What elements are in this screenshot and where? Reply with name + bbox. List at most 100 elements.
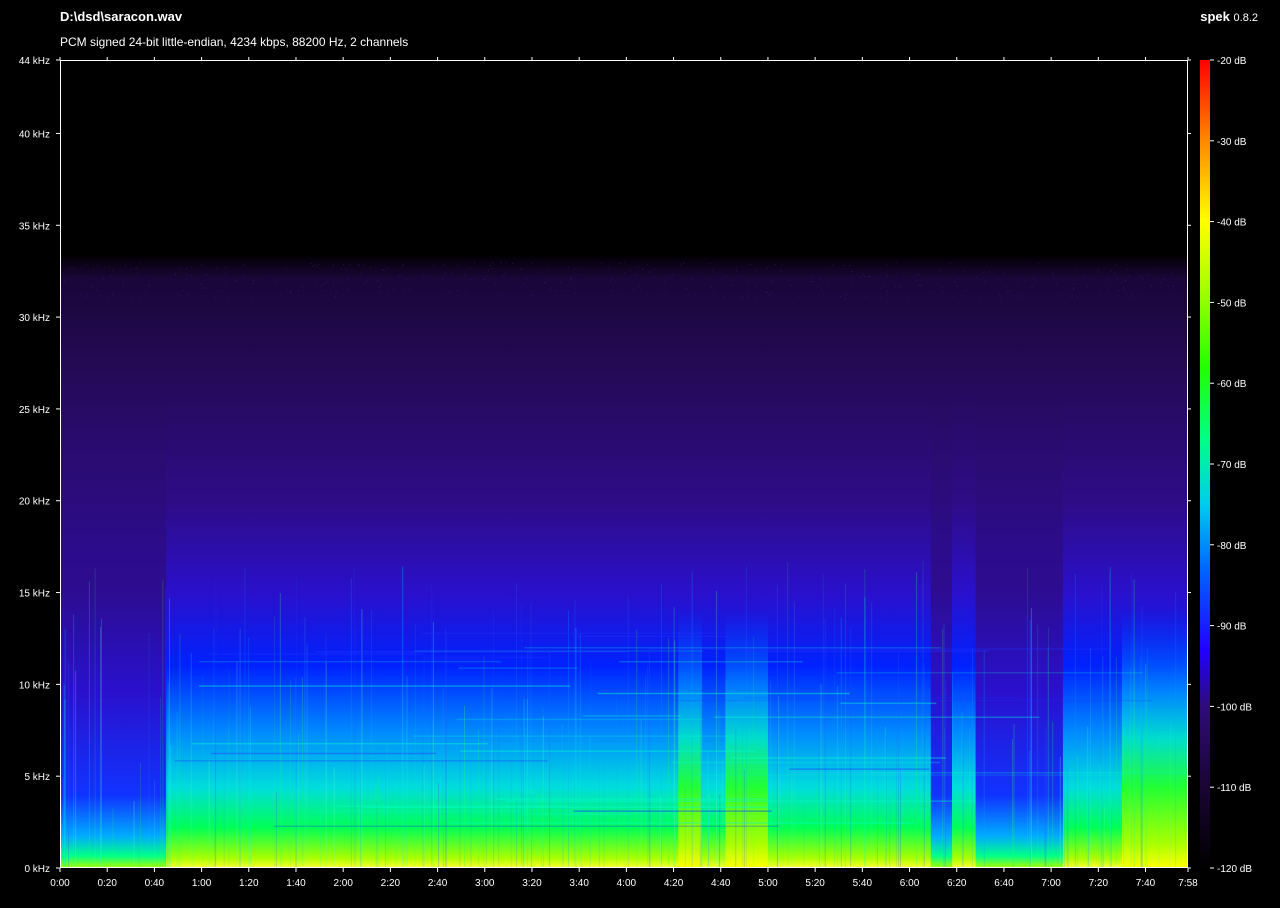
noise-speckle xyxy=(554,290,556,292)
noise-speckle xyxy=(99,295,101,297)
texture-streak xyxy=(787,562,789,868)
noise-speckle xyxy=(723,295,725,297)
texture-streak xyxy=(741,684,743,868)
texture-streak xyxy=(648,652,650,868)
noise-speckle xyxy=(242,295,244,297)
noise-speckle xyxy=(72,267,74,269)
harmonic-band xyxy=(210,752,437,755)
noise-speckle xyxy=(485,275,487,277)
noise-speckle xyxy=(907,298,909,300)
noise-speckle xyxy=(1050,296,1052,298)
noise-speckle xyxy=(227,297,229,299)
texture-streak xyxy=(952,673,953,868)
noise-speckle xyxy=(849,265,851,267)
x-tick-label: 0:20 xyxy=(97,878,117,889)
noise-speckle xyxy=(794,278,796,280)
texture-streak xyxy=(63,684,65,868)
noise-speckle xyxy=(1116,263,1118,265)
noise-speckle xyxy=(216,267,218,269)
noise-speckle xyxy=(1123,287,1125,289)
noise-speckle xyxy=(717,273,719,275)
y-tick-label: 5 kHz xyxy=(24,772,50,783)
x-tick-label: 7:58 xyxy=(1178,878,1198,889)
texture-streak xyxy=(824,618,826,868)
texture-streak xyxy=(516,800,518,868)
noise-speckle xyxy=(106,298,108,299)
x-tick-label: 2:00 xyxy=(333,878,353,889)
harmonic-band xyxy=(449,822,914,824)
noise-speckle xyxy=(136,267,138,269)
noise-speckle xyxy=(642,268,643,270)
texture-streak xyxy=(1145,663,1147,868)
noise-speckle xyxy=(393,288,395,290)
noise-speckle xyxy=(332,264,334,266)
x-tick-label: 4:00 xyxy=(617,878,637,889)
colorbar-tick-label: -60 dB xyxy=(1217,379,1247,390)
texture-streak xyxy=(1045,728,1047,868)
noise-speckle xyxy=(569,278,571,280)
texture-streak xyxy=(753,636,755,868)
noise-speckle xyxy=(330,289,332,291)
x-tick-label: 0:00 xyxy=(50,878,70,889)
noise-speckle xyxy=(341,268,343,270)
noise-speckle xyxy=(789,285,791,287)
noise-speckle xyxy=(903,273,905,275)
noise-speckle xyxy=(981,273,983,275)
harmonic-band xyxy=(495,798,767,800)
noise-speckle xyxy=(826,285,828,287)
noise-speckle xyxy=(798,296,800,298)
noise-speckle xyxy=(621,295,623,297)
texture-streak xyxy=(850,626,852,868)
harmonic-band xyxy=(647,648,1111,650)
texture-streak xyxy=(483,655,485,868)
noise-speckle xyxy=(1072,288,1074,290)
x-tick-label: 1:20 xyxy=(239,878,259,889)
noise-speckle xyxy=(933,279,935,281)
noise-speckle xyxy=(663,280,665,282)
texture-streak xyxy=(700,648,702,868)
harmonic-band xyxy=(316,810,523,813)
texture-streak xyxy=(916,572,918,868)
noise-speckle xyxy=(251,283,253,285)
noise-speckle xyxy=(443,264,445,266)
noise-speckle xyxy=(175,274,177,275)
noise-speckle xyxy=(520,285,522,287)
noise-speckle xyxy=(1113,297,1115,298)
texture-streak xyxy=(423,764,425,868)
texture-streak xyxy=(244,567,246,868)
noise-speckle xyxy=(879,287,881,289)
noise-speckle xyxy=(112,270,113,272)
noise-speckle xyxy=(225,273,227,275)
noise-speckle xyxy=(863,273,865,275)
harmonic-band xyxy=(572,635,728,638)
noise-speckle xyxy=(680,263,682,265)
noise-speckle xyxy=(829,267,831,269)
texture-streak xyxy=(1129,669,1131,868)
noise-speckle xyxy=(1107,287,1109,289)
noise-speckle xyxy=(520,269,522,271)
texture-streak xyxy=(333,767,335,868)
noise-speckle xyxy=(895,286,897,288)
noise-speckle xyxy=(274,281,276,282)
harmonic-band xyxy=(175,760,548,762)
noise-speckle xyxy=(887,293,889,295)
harmonic-band xyxy=(671,699,1153,702)
noise-speckle xyxy=(632,289,634,291)
texture-streak xyxy=(673,607,675,868)
texture-streak xyxy=(547,754,549,868)
noise-speckle xyxy=(958,278,959,280)
texture-streak xyxy=(1109,566,1111,868)
x-tick-label: 6:40 xyxy=(994,878,1014,889)
texture-streak xyxy=(88,581,90,868)
noise-speckle xyxy=(747,293,749,295)
noise-speckle xyxy=(1003,273,1005,275)
noise-speckle xyxy=(380,291,382,293)
quiet-segment-2 xyxy=(975,60,1063,868)
texture-streak xyxy=(699,760,701,868)
noise-speckle xyxy=(457,289,459,291)
noise-speckle xyxy=(770,280,772,282)
noise-speckle xyxy=(531,263,533,265)
noise-speckle xyxy=(217,291,219,292)
noise-speckle xyxy=(96,289,98,291)
texture-streak xyxy=(290,680,291,868)
